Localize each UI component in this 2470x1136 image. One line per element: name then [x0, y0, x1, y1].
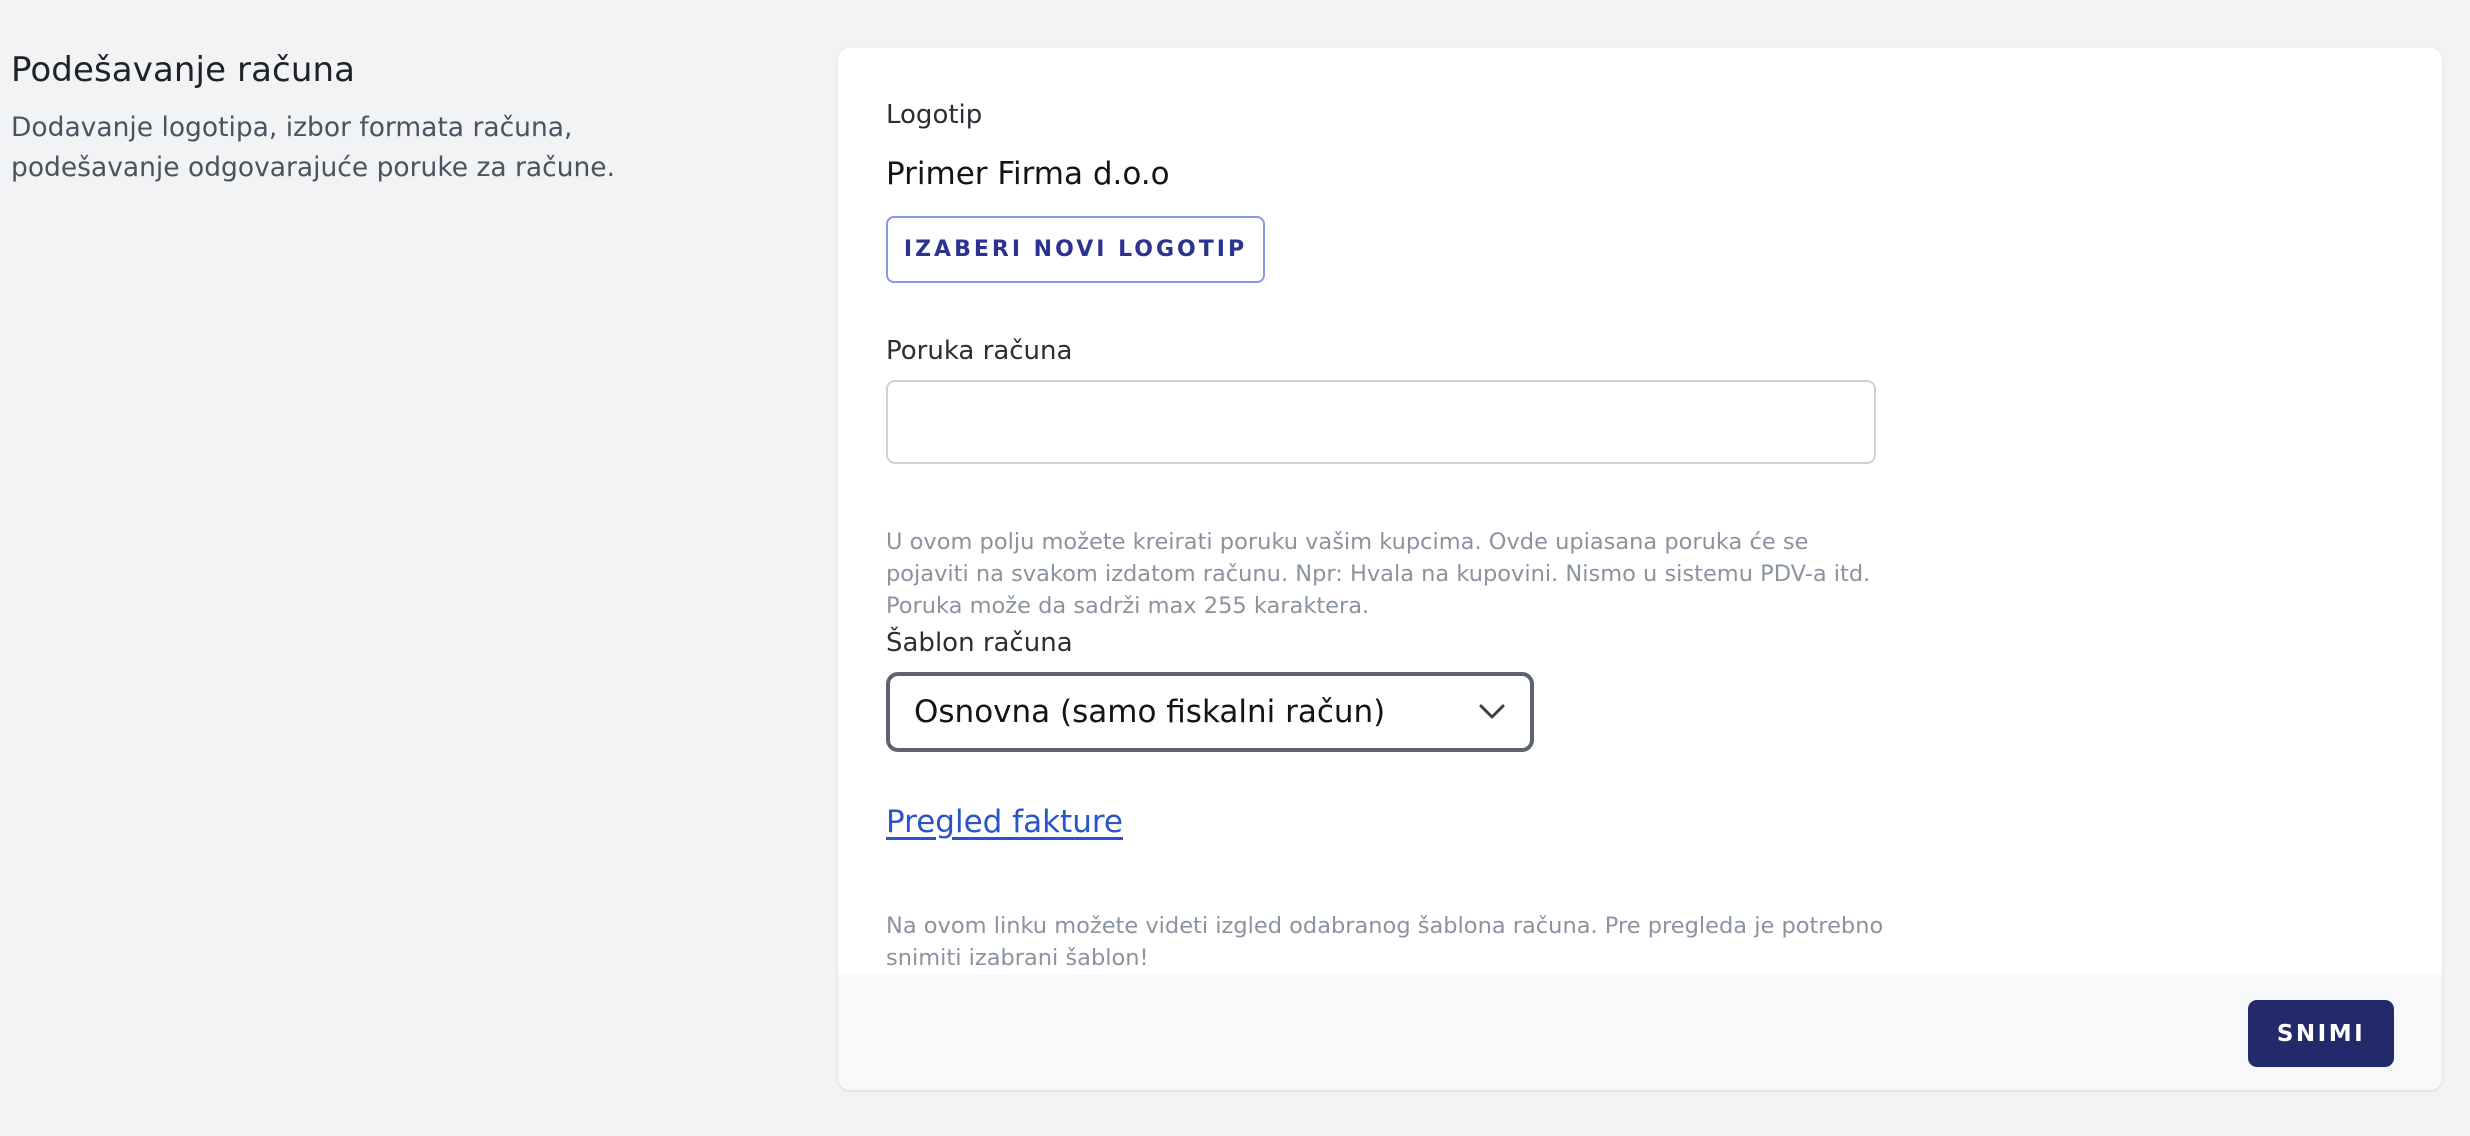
- message-input[interactable]: [886, 380, 1876, 464]
- template-select-value: Osnovna (samo fiskalni račun): [914, 694, 1386, 730]
- logo-label: Logotip: [886, 100, 983, 130]
- message-label: Poruka računa: [886, 336, 1073, 366]
- template-label: Šablon računa: [886, 628, 1073, 658]
- choose-logo-button[interactable]: IZABERI NOVI LOGOTIP: [886, 216, 1265, 283]
- invoice-preview-link[interactable]: Pregled fakture: [886, 804, 1123, 840]
- company-name: Primer Firma d.o.o: [886, 156, 1170, 192]
- save-button[interactable]: SNIMI: [2248, 1000, 2394, 1067]
- settings-card: Logotip Primer Firma d.o.o IZABERI NOVI …: [838, 48, 2442, 1090]
- section-title: Podešavanje računa: [11, 50, 356, 90]
- message-help-text: U ovom polju možete kreirati poruku vaši…: [886, 529, 1871, 619]
- preview-help-text: Na ovom linku možete videti izgled odabr…: [886, 913, 1884, 971]
- section-description: Dodavanje logotipa, izbor formata računa…: [11, 112, 616, 183]
- card-footer: SNIMI: [838, 974, 2442, 1090]
- section-intro: Podešavanje računa Dodavanje logotipa, i…: [11, 50, 771, 188]
- chevron-down-icon: [1478, 698, 1506, 726]
- template-select[interactable]: Osnovna (samo fiskalni račun): [886, 672, 1534, 752]
